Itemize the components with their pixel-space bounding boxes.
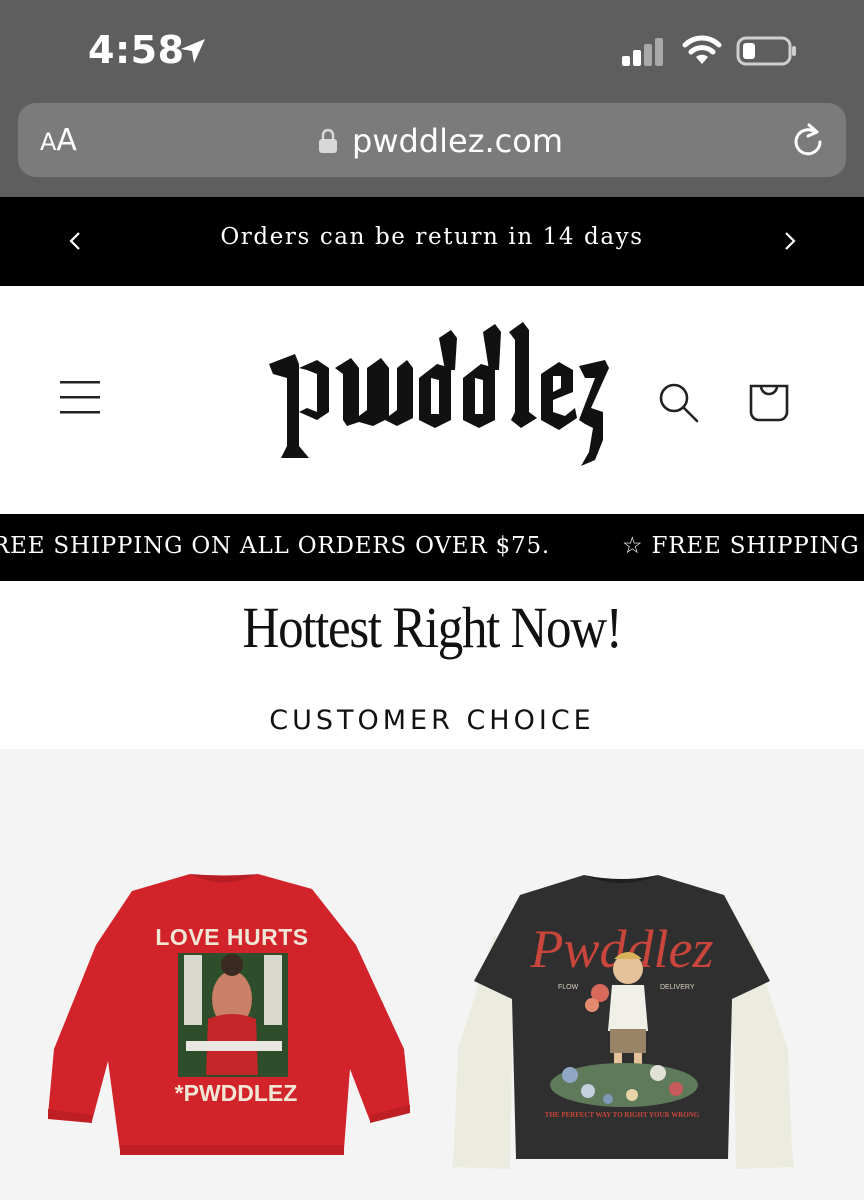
announcement-text: Orders can be return in 14 days <box>220 224 644 250</box>
shipping-marquee: REE SHIPPING ON ALL ORDERS OVER $75. ☆ FR… <box>0 514 864 581</box>
reload-icon[interactable] <box>790 121 826 159</box>
print-tagline: THE PERFECT WAY TO RIGHT YOUR WRONG <box>545 1111 700 1119</box>
wifi-icon <box>682 35 722 64</box>
browser-chrome: 4:58 AA pwddlez.com <box>0 0 864 197</box>
product-card[interactable]: Pwddlez FLOW DELIVERY THE PERFECT WAY TO… <box>432 749 864 1200</box>
text-size-button[interactable]: AA <box>40 123 77 158</box>
print-flow-text: FLOW <box>558 984 579 991</box>
address-bar[interactable]: AA pwddlez.com <box>18 103 846 177</box>
cellular-signal-icon <box>622 38 663 66</box>
marquee-track: REE SHIPPING ON ALL ORDERS OVER $75. ☆ FR… <box>0 533 864 559</box>
section-subtitle: CUSTOMER CHOICE <box>269 705 595 736</box>
product-image-flower-delivery[interactable]: Pwddlez FLOW DELIVERY THE PERFECT WAY TO… <box>432 749 864 1200</box>
lock-icon <box>319 128 337 153</box>
hamburger-menu-icon[interactable] <box>58 378 102 416</box>
marquee-item: REE SHIPPING ON ALL ORDERS OVER $75. <box>0 533 550 559</box>
status-time: 4:58 <box>88 28 185 72</box>
announcement-next-button[interactable] <box>775 223 805 259</box>
chevron-right-icon <box>785 232 796 250</box>
print-delivery-text: DELIVERY <box>660 984 695 991</box>
location-arrow-icon <box>181 39 205 63</box>
search-icon[interactable] <box>656 380 700 424</box>
url-display[interactable]: pwddlez.com <box>318 121 563 161</box>
url-text: pwddlez.com <box>352 122 563 160</box>
print-top-text: LOVE HURTS <box>155 924 308 950</box>
announcement-bar: Orders can be return in 14 days <box>0 197 864 286</box>
cart-bag-icon[interactable] <box>746 378 792 424</box>
print-bottom-text: *PWDDLEZ <box>175 1080 298 1106</box>
text-size-big-label: A <box>56 123 77 158</box>
site-header <box>0 286 864 514</box>
battery-icon <box>736 36 796 66</box>
section-title: Hottest Right Now! <box>242 595 623 660</box>
text-size-small-label: A <box>40 128 57 156</box>
marquee-item: ☆ FREE SHIPPING ON <box>622 533 864 559</box>
brand-logo[interactable] <box>255 308 615 488</box>
product-card[interactable]: LOVE HURTS *PWDDLEZ <box>0 749 432 1200</box>
product-grid: LOVE HURTS *PWDDLEZ Pwddlez FLOW DELIVER… <box>0 749 864 1200</box>
product-image-love-hurts[interactable]: LOVE HURTS *PWDDLEZ <box>0 749 432 1200</box>
